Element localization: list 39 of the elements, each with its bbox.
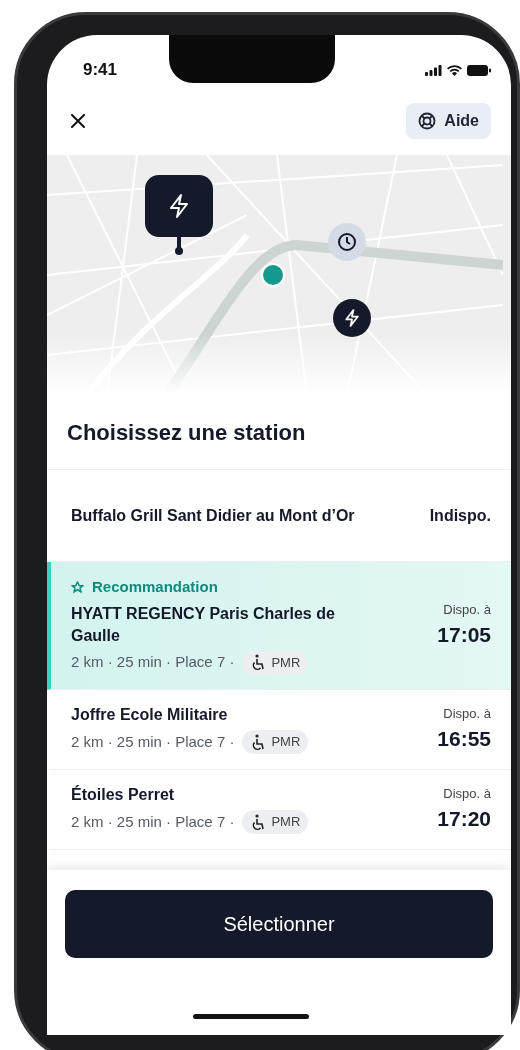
screen-title: Choisissez une station: [67, 418, 306, 447]
signal-icon: [425, 64, 442, 76]
station-name: Joffre Ecole Militaire: [71, 705, 229, 725]
availability-label: Dispo. à: [443, 704, 491, 723]
lightning-icon: [344, 308, 360, 328]
station-details: 2 km · 25 min · Place 7 ·: [71, 652, 235, 673]
wifi-icon: [447, 64, 462, 76]
availability-time: 17:05: [437, 622, 491, 649]
station-name: Étoiles Perret: [71, 784, 176, 805]
station-details: 2 km · 25 min · Place 7 ·: [71, 731, 235, 752]
availability-status: Indispo.: [429, 505, 491, 526]
help-button[interactable]: Aide: [406, 103, 491, 139]
battery-icon: [467, 64, 491, 76]
station-name: HYATT REGENCY Paris Charles de Gaulle: [71, 603, 336, 646]
availability-label: Dispo. à: [443, 600, 491, 619]
status-time: 9:41: [83, 59, 118, 82]
wheelchair-icon: [250, 733, 266, 751]
accessibility-tag: PMR: [242, 810, 309, 834]
station-name: Buffalo Grill Sant Didier au Mont d’Or: [71, 505, 355, 526]
wheelchair-icon: [250, 813, 266, 831]
clock-marker[interactable]: [328, 223, 366, 261]
marker-pin-point: [175, 237, 183, 255]
clock-icon: [337, 232, 357, 252]
lifebuoy-icon: [418, 112, 437, 130]
recommendation-label: Recommandation: [92, 577, 218, 597]
star-icon: [71, 580, 84, 594]
availability-label: Dispo. à: [443, 784, 491, 803]
charging-station-marker[interactable]: [145, 175, 213, 237]
accessibility-tag: PMR: [242, 650, 309, 675]
lightning-icon: [168, 193, 190, 219]
availability-time: 17:20: [437, 806, 491, 832]
charging-station-marker[interactable]: [333, 299, 371, 337]
select-button[interactable]: Sélectionner: [65, 890, 493, 958]
station-row-highlighted[interactable]: Recommandation HYATT REGENCY Paris Charles de Gaulle 2 km · 25 min · Place 7 · PMR Dispo. à 17:05: [47, 562, 511, 690]
accessibility-tag: PMR: [242, 730, 309, 754]
close-icon[interactable]: [71, 114, 85, 128]
wheelchair-icon: [250, 654, 266, 671]
availability-time: 16:55: [437, 726, 491, 752]
station-details: 2 km · 25 min · Place 7 ·: [71, 811, 235, 832]
